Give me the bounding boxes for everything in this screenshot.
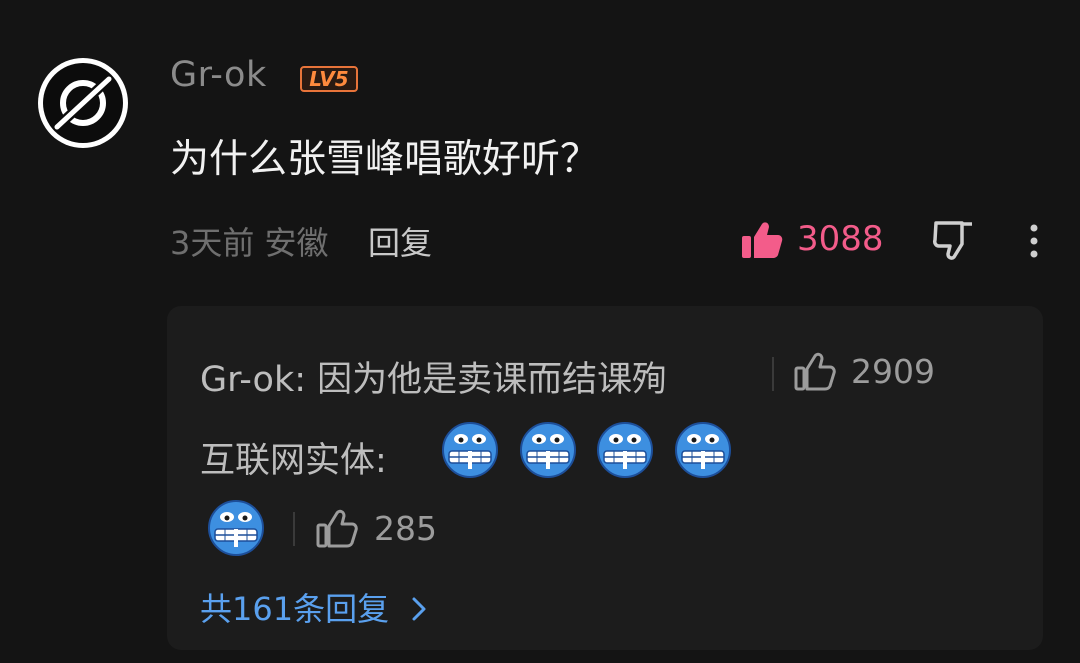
- thumbs-up-filled-icon[interactable]: [740, 220, 784, 264]
- thumbs-up-icon[interactable]: [794, 352, 836, 396]
- grimace-blue-face-icon: [675, 422, 731, 478]
- like-count: 3088: [797, 219, 884, 259]
- username[interactable]: Gr-ok: [170, 55, 267, 95]
- grimace-blue-face-icon: [597, 422, 653, 478]
- comment-text: 为什么张雪峰唱歌好听？: [170, 137, 600, 182]
- comment-meta: 3天前 安徽: [170, 218, 329, 264]
- view-all-replies-link[interactable]: 共161条回复: [200, 584, 427, 630]
- grimace-blue-face-icon: [208, 500, 264, 556]
- more-options-icon[interactable]: [1025, 222, 1043, 266]
- comment-location: 安徽: [264, 224, 329, 262]
- reply-text[interactable]: 互联网实体:: [200, 432, 387, 483]
- logo-icon: [43, 63, 123, 143]
- reply-like-count: 285: [374, 509, 437, 548]
- reply-button[interactable]: 回复: [368, 218, 432, 264]
- avatar[interactable]: [38, 58, 128, 148]
- chevron-right-icon: [411, 592, 427, 630]
- thumbs-down-icon[interactable]: [932, 220, 976, 264]
- level-badge: LV5: [300, 66, 358, 92]
- comment-time: 3天前: [170, 224, 255, 262]
- grimace-blue-face-icon: [442, 422, 498, 478]
- reply-like-count: 2909: [851, 352, 935, 391]
- thumbs-up-icon[interactable]: [316, 509, 358, 553]
- reply-text[interactable]: Gr-ok: 因为他是卖课而结课殉: [200, 351, 667, 402]
- reply-divider: [293, 512, 295, 546]
- reply-divider: [772, 357, 774, 391]
- view-all-replies-label: 共161条回复: [200, 590, 390, 628]
- grimace-blue-face-icon: [520, 422, 576, 478]
